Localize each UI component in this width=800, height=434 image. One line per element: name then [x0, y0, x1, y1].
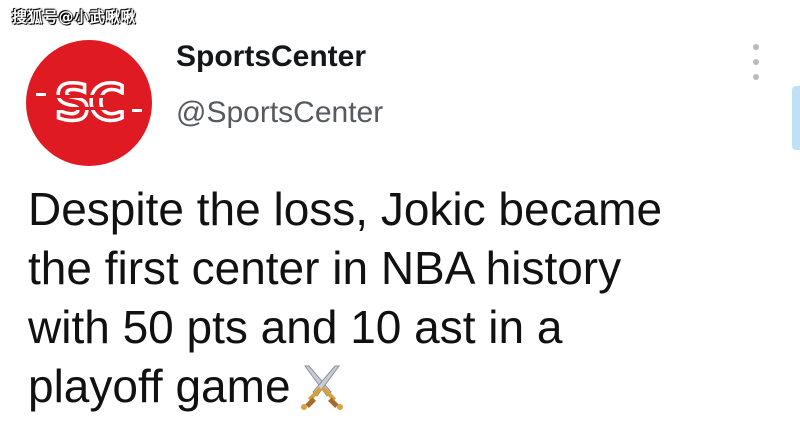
sportscenter-logo-icon: SC	[36, 73, 142, 133]
menu-dot	[753, 74, 759, 80]
tweet-line-last: playoff game	[28, 357, 768, 416]
svg-text:SC: SC	[55, 74, 124, 132]
user-handle[interactable]: @SportsCenter	[176, 96, 383, 130]
tweet-text: Despite the loss, Jokic became the first…	[28, 180, 768, 416]
tweet-line: the first center in NBA history	[28, 242, 622, 294]
tweet-line: Despite the loss, Jokic became	[28, 183, 663, 235]
tweet-line: playoff game	[28, 360, 291, 412]
follow-button-edge[interactable]	[792, 86, 800, 150]
avatar[interactable]: SC	[26, 40, 152, 166]
watermark-text: 搜狐号@小武啾啾	[12, 8, 137, 26]
menu-dot	[753, 59, 759, 65]
display-name[interactable]: SportsCenter	[176, 40, 366, 74]
crossed-swords-icon	[300, 365, 343, 410]
tweet-line: with 50 pts and 10 ast in a	[28, 301, 563, 353]
more-vertical-icon[interactable]	[746, 44, 766, 80]
menu-dot	[753, 44, 759, 50]
